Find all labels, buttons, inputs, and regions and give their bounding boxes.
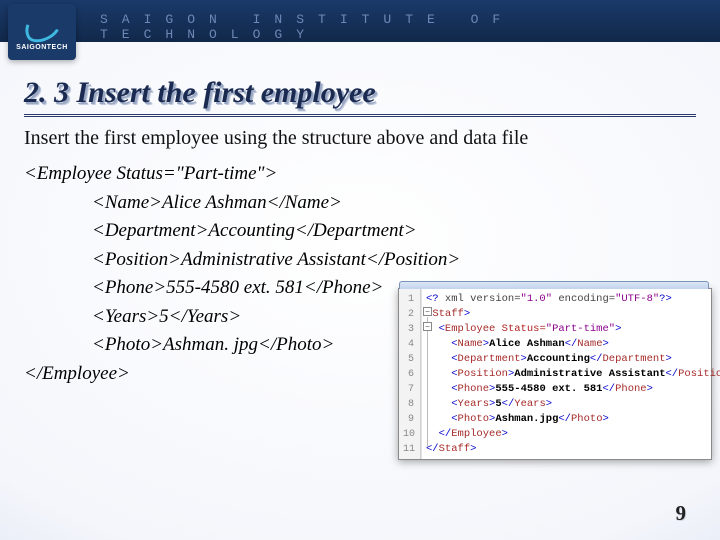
gutter-number: 5: [403, 352, 414, 367]
code-token: </: [666, 368, 679, 380]
code-token: 555-4580 ext. 581: [495, 383, 602, 395]
code-token: Administrative Assistant: [514, 368, 665, 380]
gutter-number: 4: [403, 337, 414, 352]
code-token: </: [565, 338, 578, 350]
code-token: Phone: [615, 383, 647, 395]
code-token: >: [464, 308, 470, 320]
editor-gutter: 1 2 3 4 5 6 7 8 9 10 11: [399, 289, 421, 459]
code-token: Years: [514, 398, 546, 410]
gutter-number: 8: [403, 397, 414, 412]
logo-text: SAIGONTECH: [16, 44, 68, 51]
institute-name: SAIGON INSTITUTE OF TECHNOLOGY: [100, 12, 720, 42]
code-token: Department: [458, 353, 521, 365]
code-token: "Part-time": [546, 323, 615, 335]
slide-description: Insert the first employee using the stru…: [24, 127, 696, 150]
xml-line-name: <Name>Alice Ashman</Name>: [92, 189, 696, 218]
gutter-number: 2: [403, 307, 414, 322]
header-band: SAIGONTECH SAIGON INSTITUTE OF TECHNOLOG…: [0, 0, 720, 42]
editor-code: <? xml version="1.0" encoding="UTF-8"?> …: [422, 289, 720, 459]
gutter-number: 1: [403, 292, 414, 307]
code-token: Name: [458, 338, 483, 350]
code-token: Name: [577, 338, 602, 350]
code-token: Accounting: [527, 353, 590, 365]
editor-fold-column: − −: [421, 289, 422, 459]
code-token: Phone: [458, 383, 490, 395]
code-token: Alice Ashman: [489, 338, 565, 350]
logo-swirl-icon: [20, 7, 64, 48]
code-token: Staff: [432, 308, 464, 320]
code-token: Employee: [451, 428, 501, 440]
fold-icon: −: [423, 307, 432, 316]
code-token: ?>: [659, 293, 672, 305]
code-token: </: [439, 428, 452, 440]
code-token: Photo: [458, 413, 490, 425]
code-token: >: [647, 383, 653, 395]
gutter-number: 3: [403, 322, 414, 337]
code-token: Position: [678, 368, 720, 380]
code-token: </: [590, 353, 603, 365]
editor-titlebar: [399, 281, 709, 289]
gutter-number: 9: [403, 412, 414, 427]
code-token: "UTF-8": [615, 293, 659, 305]
code-token: Position: [458, 368, 508, 380]
code-token: >: [502, 428, 508, 440]
xml-line-pos: <Position>Administrative Assistant</Posi…: [92, 246, 696, 275]
code-token: </: [602, 383, 615, 395]
logo: SAIGONTECH: [8, 4, 76, 60]
xml-line-open: <Employee Status="Part-time">: [24, 160, 696, 189]
code-token: xml version=: [439, 293, 521, 305]
code-token: Employee: [445, 323, 495, 335]
fold-icon: −: [423, 322, 432, 331]
gutter-number: 10: [403, 427, 414, 442]
code-token: >: [603, 413, 609, 425]
code-token: Staff: [439, 443, 471, 455]
xml-line-dept: <Department>Accounting</Department>: [92, 217, 696, 246]
code-token: >: [666, 353, 672, 365]
code-token: "1.0": [521, 293, 553, 305]
code-token: >: [546, 398, 552, 410]
code-token: </: [502, 398, 515, 410]
code-token: Years: [458, 398, 490, 410]
fold-guide: [427, 317, 428, 447]
page-number: 9: [676, 501, 687, 526]
code-token: <?: [426, 293, 439, 305]
slide-title: 2. 3 Insert the first employee: [24, 76, 696, 117]
code-token: >: [603, 338, 609, 350]
code-token: </: [558, 413, 571, 425]
code-token: Photo: [571, 413, 603, 425]
gutter-number: 6: [403, 367, 414, 382]
code-token: Ashman.jpg: [495, 413, 558, 425]
code-token: >: [470, 443, 476, 455]
code-token: Status=: [495, 323, 545, 335]
code-token: >: [615, 323, 621, 335]
gutter-number: 7: [403, 382, 414, 397]
gutter-number: 11: [403, 442, 414, 457]
code-token: encoding=: [552, 293, 615, 305]
code-token: Department: [602, 353, 665, 365]
xml-editor-preview: 1 2 3 4 5 6 7 8 9 10 11 − − <? xml versi…: [398, 288, 712, 460]
